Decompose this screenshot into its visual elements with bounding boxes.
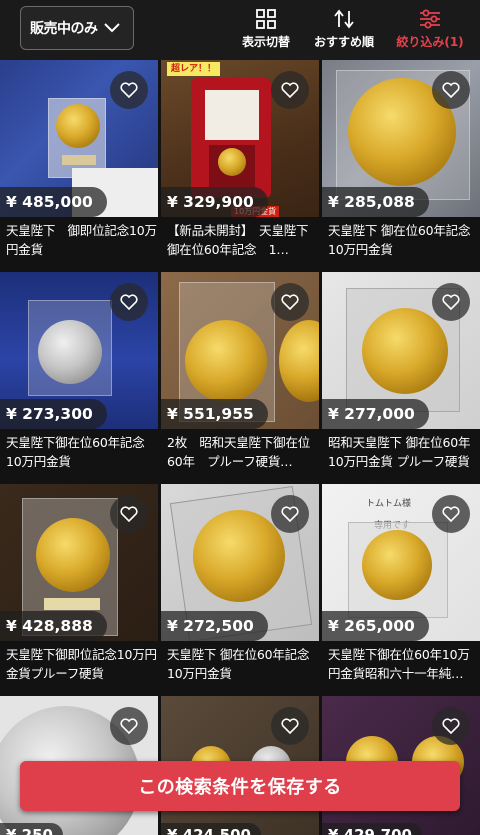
product-title[interactable]: 天皇陛下御在位60年記念 10万円金貨 xyxy=(6,433,158,471)
like-button[interactable] xyxy=(110,707,148,745)
like-button[interactable] xyxy=(110,283,148,321)
product-title[interactable]: 天皇陛下 御在位60年記念 10万円金貨 xyxy=(167,645,319,683)
price-tag: ¥ 329,900 xyxy=(161,187,268,217)
view-toggle-label: 表示切替 xyxy=(241,35,290,49)
price-tag: ¥ 485,000 xyxy=(0,187,107,217)
price-tag: ¥ 285,088 xyxy=(322,187,429,217)
price-tag: ¥ 273,300 xyxy=(0,399,107,429)
sale-status-label: 販売中のみ xyxy=(30,21,98,37)
product-title[interactable]: 【新品未開封】 天皇陛下 御在位60年記念 1… xyxy=(167,221,319,259)
price-tag: ¥ 272,500 xyxy=(161,611,268,641)
refine-label: 絞り込み(1) xyxy=(396,35,464,49)
like-button[interactable] xyxy=(110,495,148,533)
product-title[interactable]: 昭和天皇陛下 御在位60年 10万円金貨 プルーフ硬貨 xyxy=(328,433,480,471)
heart-icon xyxy=(281,294,299,310)
price-tag: ¥ 424,500 xyxy=(161,823,261,835)
sort-arrows-icon xyxy=(333,8,355,30)
save-search-button[interactable]: この検索条件を保存する xyxy=(20,761,460,811)
heart-icon xyxy=(120,294,138,310)
product-title[interactable]: 天皇陛下御即位記念10万円金貨プルーフ硬貨 xyxy=(6,645,158,683)
view-toggle-button[interactable]: 表示切替 xyxy=(238,8,294,50)
heart-icon xyxy=(442,506,460,522)
heart-icon xyxy=(281,506,299,522)
price-tag: ¥ 429,700 xyxy=(322,823,422,835)
sort-label: おすすめ順 xyxy=(313,35,374,49)
like-button[interactable] xyxy=(271,71,309,109)
price-tag: ¥ 277,000 xyxy=(322,399,429,429)
sale-status-select[interactable]: 販売中のみ xyxy=(20,6,134,50)
like-button[interactable] xyxy=(432,283,470,321)
sliders-icon xyxy=(419,8,441,30)
heart-icon xyxy=(281,718,299,734)
promo-badge: 超レア！！ xyxy=(167,62,221,76)
heart-icon xyxy=(120,506,138,522)
refine-button[interactable]: 絞り込み(1) xyxy=(393,8,467,50)
like-button[interactable] xyxy=(271,495,309,533)
price-tag: ¥ 265,000 xyxy=(322,611,429,641)
heart-icon xyxy=(442,294,460,310)
heart-icon xyxy=(442,718,460,734)
product-title[interactable]: 天皇陛下 御即位記念10万円金貨 xyxy=(6,221,158,259)
heart-icon xyxy=(120,718,138,734)
sort-button[interactable]: おすすめ順 xyxy=(310,8,378,50)
price-tag: ¥ 551,955 xyxy=(161,399,268,429)
heart-icon xyxy=(120,82,138,98)
product-title[interactable]: 2枚 昭和天皇陛下御在位60年 プルーフ硬貨… xyxy=(167,433,319,471)
like-button[interactable] xyxy=(271,283,309,321)
like-button[interactable] xyxy=(110,71,148,109)
heart-icon xyxy=(281,82,299,98)
like-button[interactable] xyxy=(432,707,470,745)
product-title[interactable]: 天皇陛下 御在位60年記念 10万円金貨 xyxy=(328,221,480,259)
product-title[interactable]: 天皇陛下御在位60年10万円金貨昭和六十一年純… xyxy=(328,645,480,683)
price-tag: ¥ 250 xyxy=(0,823,63,835)
top-bar: 販売中のみ 表示切替 おすすめ順 絞り込み(1) xyxy=(0,0,480,60)
thumb-label: トムトム様 xyxy=(366,499,412,509)
chevron-down-icon xyxy=(104,23,120,33)
grid-icon xyxy=(256,8,276,30)
price-tag: ¥ 428,888 xyxy=(0,611,107,641)
like-button[interactable] xyxy=(432,495,470,533)
like-button[interactable] xyxy=(432,71,470,109)
heart-icon xyxy=(442,82,460,98)
like-button[interactable] xyxy=(271,707,309,745)
